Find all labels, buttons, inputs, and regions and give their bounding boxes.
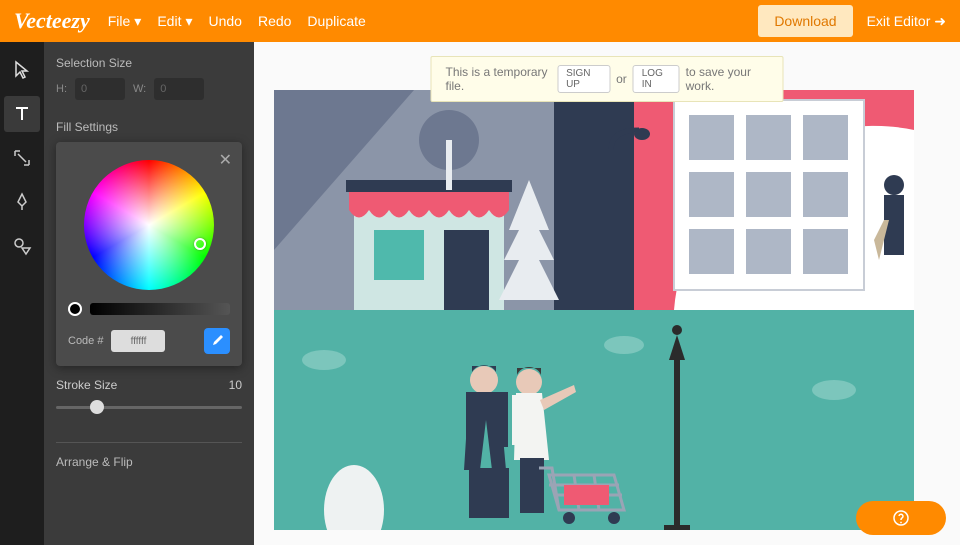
properties-panel: Selection Size H: W: Fill Settings ✕ Cod… bbox=[44, 42, 254, 545]
menu-edit[interactable]: Edit▾ bbox=[157, 13, 192, 30]
download-button[interactable]: Download bbox=[758, 5, 852, 37]
main-menu: File▾ Edit▾ Undo Redo Duplicate bbox=[108, 13, 366, 30]
width-input[interactable] bbox=[154, 78, 204, 100]
menu-file[interactable]: File▾ bbox=[108, 13, 142, 30]
select-tool[interactable] bbox=[4, 52, 40, 88]
menu-duplicate[interactable]: Duplicate bbox=[307, 13, 365, 30]
help-icon bbox=[892, 509, 910, 527]
height-input[interactable] bbox=[75, 78, 125, 100]
notice-text-post: to save your work. bbox=[686, 65, 769, 93]
stroke-size-slider[interactable] bbox=[56, 396, 242, 420]
canvas-area: This is a temporary file. SIGN UP or LOG… bbox=[254, 42, 960, 545]
artwork-illustration bbox=[274, 90, 914, 530]
shapes-tool[interactable] bbox=[4, 228, 40, 264]
notice-text-pre: This is a temporary file. bbox=[446, 65, 552, 93]
pen-tool[interactable] bbox=[4, 184, 40, 220]
eyedropper-icon bbox=[210, 334, 224, 348]
menu-redo[interactable]: Redo bbox=[258, 13, 291, 30]
exit-editor-button[interactable]: Exit Editor ➜ bbox=[867, 13, 946, 30]
arrange-flip-label: Arrange & Flip bbox=[56, 455, 242, 469]
color-wheel[interactable] bbox=[84, 160, 214, 290]
hex-code-input[interactable] bbox=[111, 330, 165, 352]
chevron-down-icon: ▾ bbox=[134, 13, 141, 30]
selection-size-label: Selection Size bbox=[56, 56, 242, 70]
menu-undo[interactable]: Undo bbox=[208, 13, 241, 30]
transform-tool[interactable] bbox=[4, 140, 40, 176]
artboard[interactable] bbox=[274, 90, 914, 530]
width-label: W: bbox=[133, 83, 146, 95]
fill-settings-panel: ✕ Code # bbox=[56, 142, 242, 366]
temp-file-notice: This is a temporary file. SIGN UP or LOG… bbox=[431, 56, 784, 102]
brightness-slider[interactable] bbox=[90, 303, 230, 315]
signup-button[interactable]: SIGN UP bbox=[557, 65, 610, 93]
tool-strip bbox=[0, 42, 44, 545]
eyedropper-button[interactable] bbox=[204, 328, 230, 354]
help-button[interactable] bbox=[856, 501, 946, 535]
stroke-size-label: Stroke Size bbox=[56, 378, 117, 392]
brightness-preview bbox=[68, 302, 82, 316]
top-menu-bar: Vecteezy File▾ Edit▾ Undo Redo Duplicate… bbox=[0, 0, 960, 42]
hex-code-label: Code # bbox=[68, 335, 103, 347]
height-label: H: bbox=[56, 83, 67, 95]
text-tool[interactable] bbox=[4, 96, 40, 132]
color-wheel-cursor[interactable] bbox=[194, 238, 206, 250]
login-button[interactable]: LOG IN bbox=[633, 65, 680, 93]
fill-settings-label: Fill Settings bbox=[56, 120, 242, 134]
stroke-size-value: 10 bbox=[229, 378, 242, 392]
chevron-down-icon: ▾ bbox=[185, 13, 192, 30]
notice-or: or bbox=[616, 72, 627, 86]
brand-logo: Vecteezy bbox=[14, 8, 90, 34]
close-icon[interactable]: ✕ bbox=[219, 150, 232, 170]
